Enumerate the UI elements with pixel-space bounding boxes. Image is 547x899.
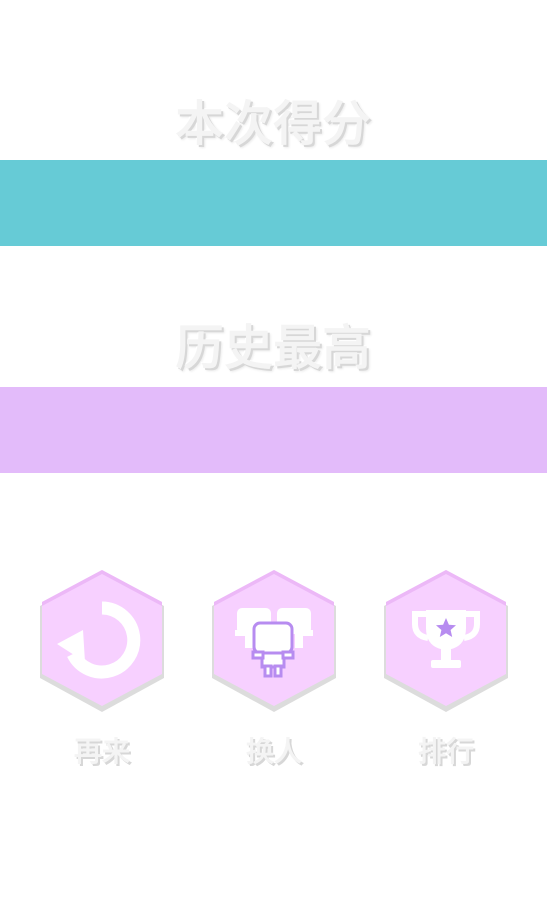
current-score-band xyxy=(0,160,547,246)
best-score-title: 历史最高 xyxy=(175,320,372,376)
best-score-band xyxy=(0,387,547,473)
switch-character-label: 换人 xyxy=(245,735,302,768)
retry-icon xyxy=(57,601,141,679)
best-score-value xyxy=(0,387,547,473)
current-score-title: 本次得分 xyxy=(175,96,372,152)
retry-button[interactable]: 再来 xyxy=(37,566,167,786)
current-score-value xyxy=(0,160,547,246)
rank-button[interactable]: 排行 xyxy=(381,566,511,786)
switch-character-icon xyxy=(235,608,313,678)
switch-character-button[interactable]: 换人 xyxy=(209,566,339,786)
retry-label: 再来 xyxy=(73,735,130,768)
trophy-icon xyxy=(412,610,480,668)
rank-label: 排行 xyxy=(417,735,474,768)
